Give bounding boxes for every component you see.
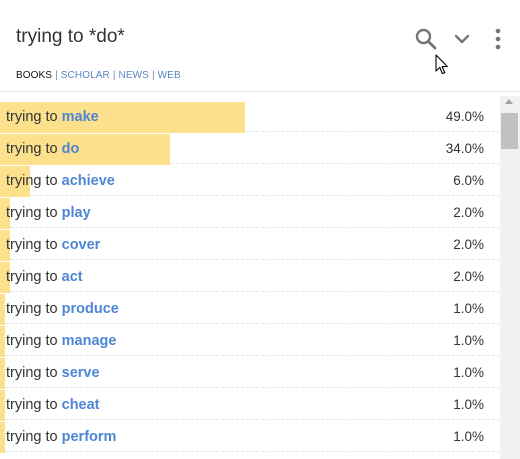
phrase-prefix: trying to xyxy=(6,141,58,157)
phrase-term-link[interactable]: do xyxy=(62,141,80,157)
source-tab-scholar[interactable]: SCHOLAR xyxy=(61,70,110,81)
result-percentage: 6.0% xyxy=(453,173,484,188)
search-button[interactable] xyxy=(412,24,440,54)
query-text[interactable]: trying to *do* xyxy=(16,26,125,48)
result-phrase: trying to do xyxy=(6,141,79,157)
source-tab-web[interactable]: WEB xyxy=(158,70,181,81)
result-row[interactable]: trying to cover 2.0% xyxy=(0,228,500,261)
frequency-bar xyxy=(0,422,5,453)
result-phrase: trying to manage xyxy=(6,333,116,349)
frequency-bar xyxy=(0,358,5,389)
result-percentage: 1.0% xyxy=(453,397,484,412)
result-row[interactable]: trying to serve 1.0% xyxy=(0,356,500,389)
search-header: trying to *do* BOOKS | SCHOLAR | NEWS | WEB xyxy=(0,0,520,92)
result-percentage: 1.0% xyxy=(453,333,484,348)
result-phrase: trying to make xyxy=(6,109,99,125)
result-phrase: trying to perform xyxy=(6,429,116,445)
result-percentage: 34.0% xyxy=(445,141,484,156)
result-row[interactable]: trying to produce 1.0% xyxy=(0,292,500,325)
result-row[interactable]: trying to make 49.0% xyxy=(0,100,500,133)
result-row[interactable]: trying to play 2.0% xyxy=(0,196,500,229)
result-percentage: 49.0% xyxy=(445,109,484,124)
result-row[interactable]: trying to act 2.0% xyxy=(0,260,500,293)
result-phrase: trying to act xyxy=(6,269,83,285)
more-vert-icon xyxy=(495,28,501,50)
phrase-term-link[interactable]: perform xyxy=(62,429,117,445)
result-row[interactable]: trying to do 34.0% xyxy=(0,132,500,165)
phrase-prefix: trying to xyxy=(6,269,58,285)
more-options-button[interactable] xyxy=(484,24,512,54)
phrase-prefix: trying to xyxy=(6,237,58,253)
source-tabs: BOOKS | SCHOLAR | NEWS | WEB xyxy=(16,70,181,81)
result-percentage: 2.0% xyxy=(453,205,484,220)
phrase-prefix: trying to xyxy=(6,301,58,317)
result-percentage: 1.0% xyxy=(453,365,484,380)
frequency-bar xyxy=(0,294,5,325)
result-percentage: 2.0% xyxy=(453,269,484,284)
result-phrase: trying to produce xyxy=(6,301,119,317)
frequency-bar xyxy=(0,390,5,421)
result-row[interactable]: trying to achieve 6.0% xyxy=(0,164,500,197)
phrase-term-link[interactable]: act xyxy=(62,269,83,285)
search-icon xyxy=(415,28,437,50)
result-phrase: trying to cover xyxy=(6,237,100,253)
phrase-prefix: trying to xyxy=(6,333,58,349)
separator: | xyxy=(112,70,116,81)
phrase-prefix: trying to xyxy=(6,397,58,413)
phrase-prefix: trying to xyxy=(6,173,58,189)
scrollbar[interactable] xyxy=(500,96,520,459)
scroll-up-arrow-icon[interactable] xyxy=(505,99,513,104)
phrase-term-link[interactable]: cover xyxy=(62,237,101,253)
result-row[interactable]: trying to manage 1.0% xyxy=(0,324,500,357)
chevron-down-icon xyxy=(454,34,470,44)
phrase-term-link[interactable]: manage xyxy=(62,333,117,349)
result-percentage: 2.0% xyxy=(453,237,484,252)
phrase-term-link[interactable]: serve xyxy=(62,365,100,381)
phrase-term-link[interactable]: cheat xyxy=(62,397,100,413)
mouse-cursor-icon xyxy=(435,54,448,75)
expand-button[interactable] xyxy=(448,24,476,54)
result-phrase: trying to cheat xyxy=(6,397,100,413)
result-phrase: trying to achieve xyxy=(6,173,115,189)
result-percentage: 1.0% xyxy=(453,429,484,444)
phrase-prefix: trying to xyxy=(6,205,58,221)
phrase-term-link[interactable]: achieve xyxy=(62,173,115,189)
phrase-term-link[interactable]: make xyxy=(62,109,99,125)
result-row[interactable]: trying to perform 1.0% xyxy=(0,420,500,453)
result-percentage: 1.0% xyxy=(453,301,484,316)
phrase-prefix: trying to xyxy=(6,109,58,125)
phrase-prefix: trying to xyxy=(6,429,58,445)
result-row[interactable]: trying to cheat 1.0% xyxy=(0,388,500,421)
result-phrase: trying to play xyxy=(6,205,91,221)
phrase-term-link[interactable]: play xyxy=(62,205,91,221)
source-tab-news[interactable]: NEWS xyxy=(119,70,149,81)
separator: | xyxy=(55,70,58,81)
separator: | xyxy=(151,70,155,81)
phrase-prefix: trying to xyxy=(6,365,58,381)
frequency-bar xyxy=(0,326,5,357)
scroll-thumb[interactable] xyxy=(501,113,518,149)
phrase-term-link[interactable]: produce xyxy=(62,301,119,317)
source-tab-books[interactable]: BOOKS xyxy=(16,70,52,81)
results-list: trying to make 49.0% trying to do 34.0% tryi… xyxy=(0,100,500,459)
result-phrase: trying to serve xyxy=(6,365,100,381)
